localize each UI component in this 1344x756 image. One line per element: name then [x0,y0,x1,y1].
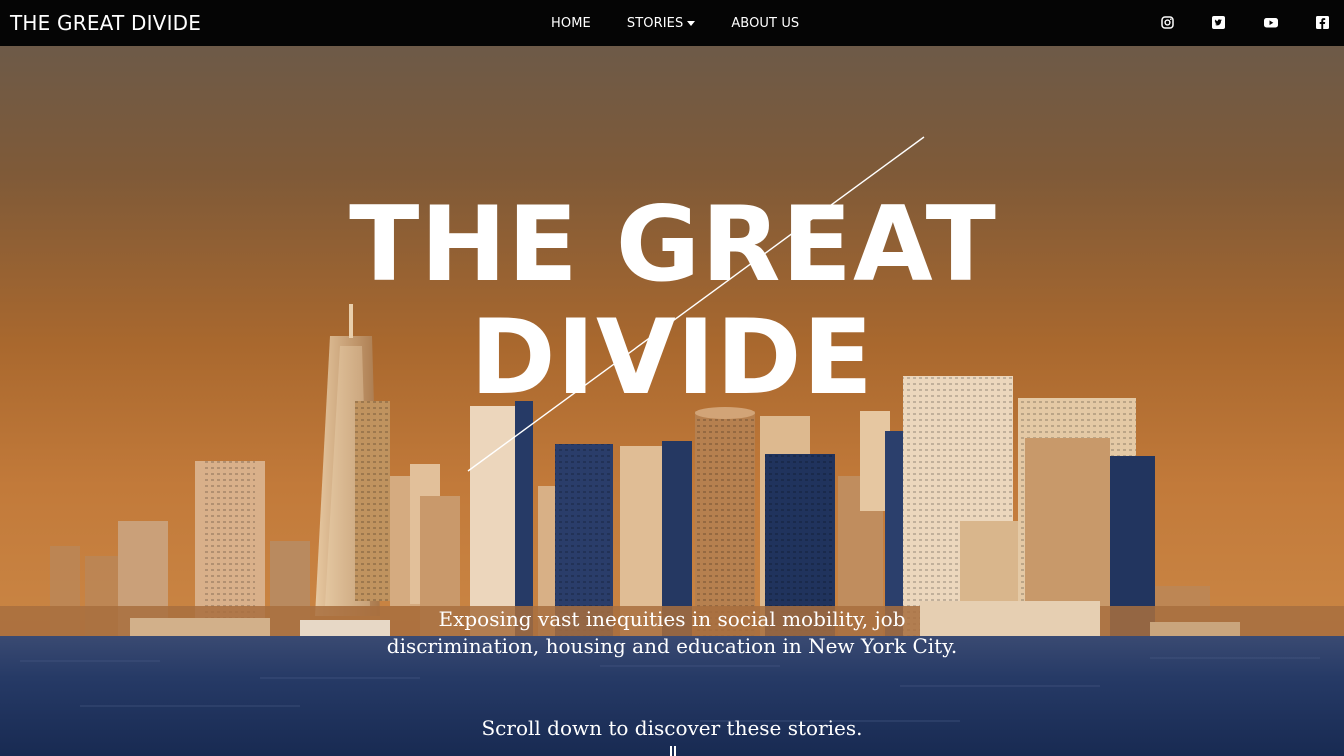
twitter-icon[interactable] [1212,16,1225,29]
hero-subtitle-line-2: discrimination, housing and education in… [386,634,958,658]
hero-section: THE GREAT DIVIDE Exposing vast inequitie… [0,46,1344,756]
nav-about-label: ABOUT US [731,15,800,31]
top-navbar: THE GREAT DIVIDE HOME STORIES ABOUT US [0,0,1344,46]
hero-title: THE GREAT DIVIDE [0,194,1344,410]
nav-home-link[interactable]: HOME [551,16,591,31]
nav-stories-dropdown[interactable]: STORIES [626,15,696,31]
hero-subtitle: Exposing vast inequities in social mobil… [0,606,1344,660]
scroll-down-prompt: Scroll down to discover these stories. [481,716,863,740]
facebook-icon[interactable] [1316,16,1329,29]
nav-home-label: HOME [551,15,591,31]
nav-stories-label: STORIES [626,15,684,31]
hero-subtitle-line-1: Exposing vast inequities in social mobil… [438,607,906,631]
caret-down-icon [687,21,696,26]
site-logo-link[interactable]: THE GREAT DIVIDE [10,11,201,35]
instagram-icon[interactable] [1161,16,1174,29]
hero-title-line-1: THE GREAT [349,185,997,305]
hero-title-line-2: DIVIDE [470,298,874,418]
scroll-down-icon[interactable] [670,746,678,756]
youtube-icon[interactable] [1264,16,1278,29]
nav-links: HOME STORIES ABOUT US [551,0,799,46]
nav-about-link[interactable]: ABOUT US [731,16,799,31]
